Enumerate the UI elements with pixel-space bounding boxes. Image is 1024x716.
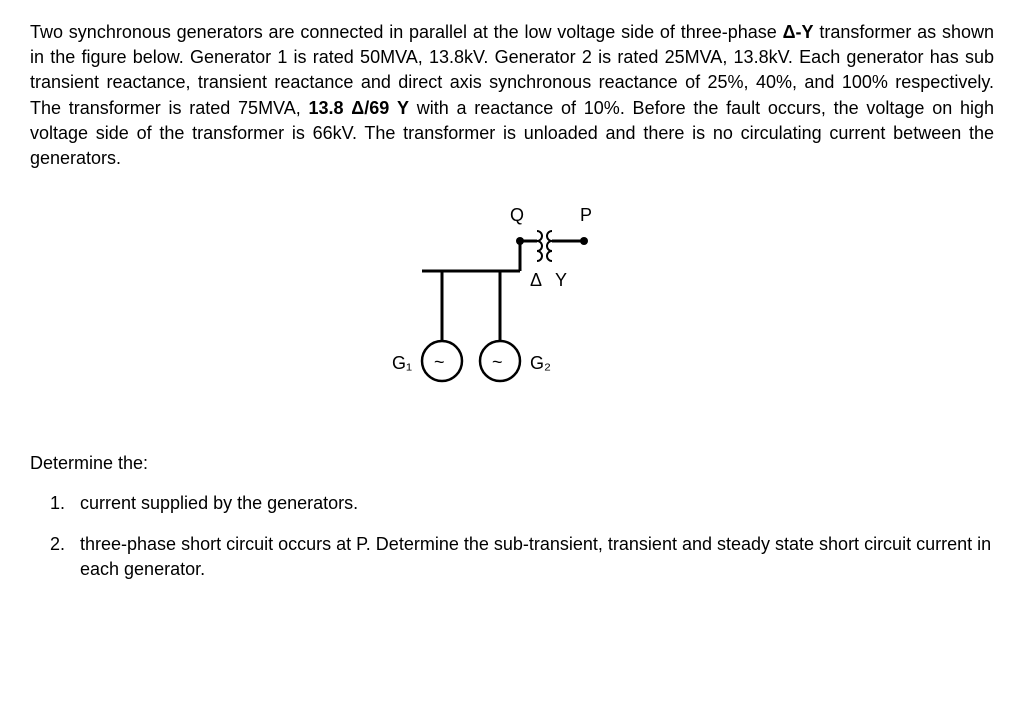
voltage-rating: 13.8 Δ/69 Y [308,98,409,118]
question-list: current supplied by the generators. thre… [30,491,994,582]
question-1: current supplied by the generators. [70,491,994,516]
label-y: Y [555,270,567,290]
circuit-diagram: Q P Δ Y ~ G₁ ~ G₂ [30,201,994,411]
problem-part1: Two synchronous generators are connected… [30,22,783,42]
label-q: Q [510,205,524,225]
label-delta: Δ [530,270,542,290]
label-g2: G₂ [530,353,551,373]
gen2-symbol: ~ [492,352,503,372]
determine-heading: Determine the: [30,451,994,476]
question-2: three-phase short circuit occurs at P. D… [70,532,994,582]
gen1-symbol: ~ [434,352,445,372]
label-p: P [580,205,592,225]
delta-y-notation: Δ-Y [783,22,814,42]
label-g1: G₁ [392,353,412,373]
problem-statement: Two synchronous generators are connected… [30,20,994,171]
